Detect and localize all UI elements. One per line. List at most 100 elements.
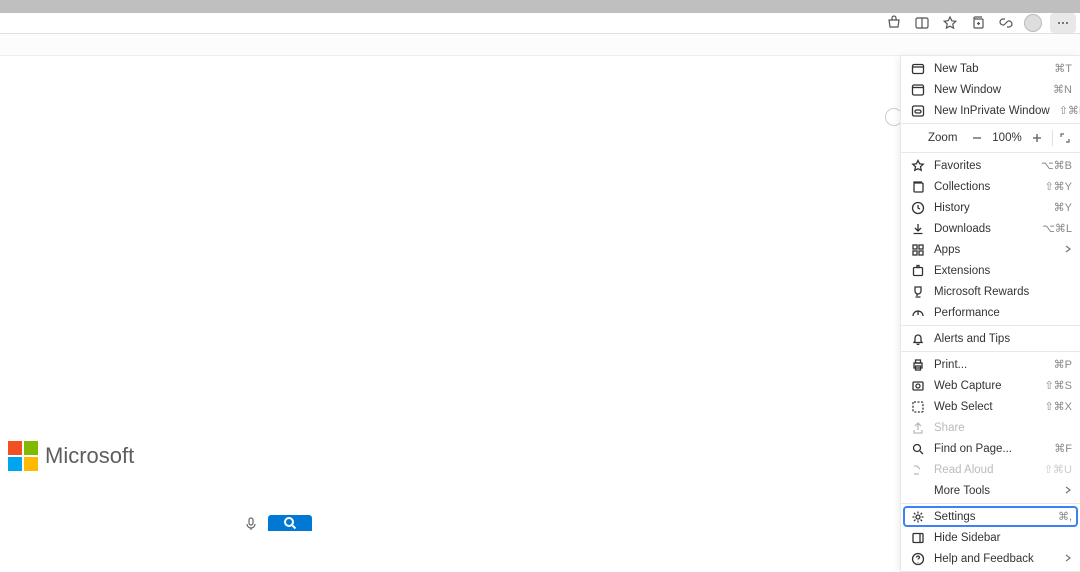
menu-favorites[interactable]: Favorites ⌥⌘B xyxy=(901,155,1080,176)
menu-new-inprivate[interactable]: New InPrivate Window ⇧⌘N xyxy=(901,100,1080,121)
menu-label: Alerts and Tips xyxy=(934,333,1072,345)
help-icon xyxy=(911,552,925,566)
menu-extensions[interactable]: Extensions xyxy=(901,260,1080,281)
chevron-right-icon xyxy=(1064,485,1072,497)
menu-label: Share xyxy=(934,422,1072,434)
menu-label: More Tools xyxy=(934,485,1055,497)
download-icon xyxy=(911,222,925,236)
menu-shortcut: ⌘N xyxy=(1053,83,1072,96)
blank-icon xyxy=(911,484,925,498)
profile-avatar[interactable] xyxy=(1024,14,1042,32)
favorites-star-icon[interactable] xyxy=(940,13,960,33)
capture-icon xyxy=(911,379,925,393)
link-share-icon[interactable] xyxy=(996,13,1016,33)
menu-label: Web Select xyxy=(934,401,1035,413)
menu-settings[interactable]: Settings ⌘, xyxy=(903,506,1078,527)
search-button[interactable] xyxy=(268,515,312,531)
select-icon xyxy=(911,400,925,414)
menu-apps[interactable]: Apps xyxy=(901,239,1080,260)
more-menu-button[interactable] xyxy=(1050,13,1076,33)
microphone-icon[interactable] xyxy=(243,517,259,531)
zoom-value: 100% xyxy=(990,132,1024,144)
menu-find[interactable]: Find on Page... ⌘F xyxy=(901,438,1080,459)
menu-shortcut: ⇧⌘U xyxy=(1044,463,1072,476)
menu-label: New InPrivate Window xyxy=(934,105,1050,117)
menu-separator xyxy=(901,351,1080,352)
menu-shortcut: ⌘F xyxy=(1054,442,1072,455)
read-aloud-icon xyxy=(911,463,925,477)
menu-downloads[interactable]: Downloads ⌥⌘L xyxy=(901,218,1080,239)
menu-label: Downloads xyxy=(934,223,1033,235)
zoom-label: Zoom xyxy=(928,132,964,144)
menu-separator xyxy=(901,325,1080,326)
menu-label: Read Aloud xyxy=(934,464,1035,476)
menu-label: Settings xyxy=(934,511,1049,523)
tab-icon xyxy=(911,62,925,76)
menu-label: Performance xyxy=(934,307,1072,319)
extensions-icon xyxy=(911,264,925,278)
menu-web-select[interactable]: Web Select ⇧⌘X xyxy=(901,396,1080,417)
zoom-out-button[interactable] xyxy=(968,130,986,146)
menu-label: New Tab xyxy=(934,63,1045,75)
menu-label: History xyxy=(934,202,1045,214)
menu-more-tools[interactable]: More Tools xyxy=(901,480,1080,501)
menu-shortcut: ⇧⌘N xyxy=(1059,104,1080,117)
menu-shortcut: ⇧⌘S xyxy=(1044,379,1072,392)
menu-share: Share xyxy=(901,417,1080,438)
menu-new-tab[interactable]: New Tab ⌘T xyxy=(901,58,1080,79)
collections-icon[interactable] xyxy=(968,13,988,33)
menu-label: Apps xyxy=(934,244,1055,256)
menu-collections[interactable]: Collections ⇧⌘Y xyxy=(901,176,1080,197)
menu-label: Hide Sidebar xyxy=(934,532,1072,544)
menu-history[interactable]: History ⌘Y xyxy=(901,197,1080,218)
menu-shortcut: ⌘T xyxy=(1054,62,1072,75)
menu-label: Favorites xyxy=(934,160,1032,172)
window-icon xyxy=(911,83,925,97)
menu-shortcut: ⌥⌘L xyxy=(1042,222,1072,235)
chevron-right-icon xyxy=(1064,244,1072,256)
menu-label: New Window xyxy=(934,84,1044,96)
menu-rewards[interactable]: Microsoft Rewards xyxy=(901,281,1080,302)
gear-icon xyxy=(911,510,925,524)
menu-web-capture[interactable]: Web Capture ⇧⌘S xyxy=(901,375,1080,396)
menu-shortcut: ⌘P xyxy=(1054,358,1072,371)
shopping-icon[interactable] xyxy=(884,13,904,33)
settings-dropdown-menu: New Tab ⌘T New Window ⌘N New InPrivate W… xyxy=(900,56,1080,572)
menu-separator xyxy=(901,152,1080,153)
menu-separator xyxy=(901,123,1080,124)
bell-icon xyxy=(911,332,925,346)
menu-new-window[interactable]: New Window ⌘N xyxy=(901,79,1080,100)
menu-alerts[interactable]: Alerts and Tips xyxy=(901,328,1080,349)
chevron-right-icon xyxy=(1064,553,1072,565)
browser-toolbar xyxy=(0,13,1080,34)
fullscreen-button[interactable] xyxy=(1052,130,1072,146)
menu-label: Print... xyxy=(934,359,1045,371)
menu-label: Collections xyxy=(934,181,1035,193)
logo-text: Microsoft xyxy=(45,443,134,469)
menu-separator xyxy=(901,503,1080,504)
zoom-in-button[interactable] xyxy=(1028,130,1046,146)
collections-icon xyxy=(911,180,925,194)
menu-shortcut: ⌘, xyxy=(1058,510,1072,523)
menu-read-aloud: Read Aloud ⇧⌘U xyxy=(901,459,1080,480)
performance-icon xyxy=(911,306,925,320)
printer-icon xyxy=(911,358,925,372)
tab-content-strip xyxy=(0,34,1080,56)
menu-label: Help and Feedback xyxy=(934,553,1055,565)
page-content: New Tab ⌘T New Window ⌘N New InPrivate W… xyxy=(0,56,1080,531)
menu-label: Web Capture xyxy=(934,380,1035,392)
split-screen-icon[interactable] xyxy=(912,13,932,33)
menu-shortcut: ⇧⌘X xyxy=(1044,400,1072,413)
menu-shortcut: ⌘Y xyxy=(1054,201,1072,214)
menu-shortcut: ⇧⌘Y xyxy=(1044,180,1072,193)
menu-shortcut: ⌥⌘B xyxy=(1041,159,1072,172)
star-icon xyxy=(911,159,925,173)
menu-label: Microsoft Rewards xyxy=(934,286,1072,298)
apps-icon xyxy=(911,243,925,257)
share-icon xyxy=(911,421,925,435)
menu-help[interactable]: Help and Feedback xyxy=(901,548,1080,569)
window-titlebar xyxy=(0,0,1080,13)
menu-performance[interactable]: Performance xyxy=(901,302,1080,323)
menu-print[interactable]: Print... ⌘P xyxy=(901,354,1080,375)
menu-hide-sidebar[interactable]: Hide Sidebar xyxy=(901,527,1080,548)
